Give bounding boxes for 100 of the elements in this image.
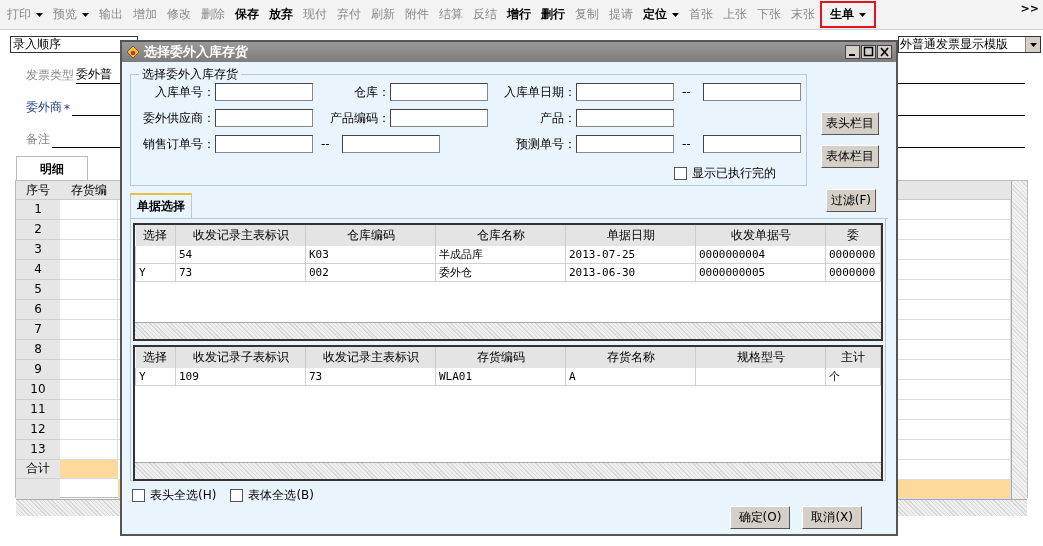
- column-header: 选择: [135, 225, 176, 246]
- table-cell: 0000000: [825, 246, 881, 264]
- column-header: 存货名称: [565, 347, 696, 368]
- horizontal-scrollbar[interactable]: [135, 322, 881, 339]
- checkbox-label: 显示已执行完的: [692, 165, 776, 182]
- table-cell: Y: [135, 263, 176, 282]
- row-number: 9: [16, 360, 60, 380]
- table-cell: 109: [175, 368, 306, 386]
- row-number: 3: [16, 240, 60, 260]
- input-field[interactable]: [390, 83, 488, 101]
- tab[interactable]: 单据选择: [130, 193, 192, 218]
- row-number: 11: [16, 400, 60, 420]
- column-settings-button[interactable]: 表头栏目: [821, 112, 879, 135]
- field-label: 销售订单号：: [142, 135, 215, 153]
- checkbox[interactable]: [132, 489, 145, 502]
- dialog-button[interactable]: 确定(O): [729, 506, 791, 529]
- field-label: 产品编码：: [329, 109, 390, 127]
- maximize-icon[interactable]: [861, 45, 876, 59]
- field-label: 发票类型: [26, 67, 74, 84]
- table-cell: 委外仓: [435, 263, 566, 282]
- row-number: 13: [16, 440, 60, 460]
- table-cell: WLA01: [435, 368, 566, 386]
- checkbox[interactable]: [674, 167, 687, 180]
- input-field[interactable]: [215, 83, 313, 101]
- table-cell: 73: [305, 368, 436, 386]
- toolbar-button[interactable]: 增行: [502, 1, 536, 28]
- vertical-scrollbar[interactable]: [1011, 181, 1027, 499]
- minimize-icon[interactable]: [845, 45, 860, 59]
- row-number: 2: [16, 220, 60, 240]
- toolbar-button[interactable]: 保存: [230, 1, 264, 28]
- dialog-button[interactable]: 取消(X): [802, 506, 862, 529]
- input-field[interactable]: [576, 135, 674, 153]
- column-header: 收发单据号: [695, 225, 826, 246]
- table-cell: 002: [305, 263, 436, 282]
- column-header: 单据日期: [565, 225, 696, 246]
- group-title: 选择委外入库存货: [141, 66, 239, 83]
- toolbar-button[interactable]: 放弃: [264, 1, 298, 28]
- window-title: 选择委外入库存货: [144, 43, 248, 61]
- required-mark: *: [64, 102, 70, 116]
- field-label: 委外供应商：: [142, 109, 215, 127]
- column-header: 序号: [16, 181, 60, 200]
- range-separator: --: [682, 85, 691, 99]
- field-label: 入库单日期：: [503, 83, 576, 101]
- filter-button[interactable]: 过滤(F): [825, 189, 876, 212]
- field-label: 备注: [26, 131, 50, 148]
- row-number: 1: [16, 200, 60, 220]
- row-number: 4: [16, 260, 60, 280]
- toolbar-button[interactable]: 定位: [638, 1, 684, 28]
- column-settings-button[interactable]: 表体栏目: [821, 145, 879, 168]
- column-header: 规格型号: [695, 347, 826, 368]
- table-cell: 54: [175, 246, 306, 264]
- input-field[interactable]: [576, 83, 674, 101]
- table-cell: 半成品库: [435, 246, 566, 264]
- input-field[interactable]: [341, 135, 440, 153]
- input-field[interactable]: [215, 109, 313, 127]
- field-label: 委外商: [26, 99, 62, 116]
- input-field[interactable]: [702, 83, 801, 101]
- table-cell: 2013-07-25: [565, 246, 696, 264]
- input-field[interactable]: [576, 109, 674, 127]
- table-cell: 73: [175, 263, 306, 282]
- row-number: 12: [16, 420, 60, 440]
- table-cell: A: [565, 368, 696, 386]
- input-field[interactable]: [702, 135, 801, 153]
- app-icon: [126, 45, 140, 59]
- table-cell: [135, 246, 176, 264]
- column-header: 存货编: [60, 181, 118, 200]
- table-cell: K03: [305, 246, 436, 264]
- table-cell: 0000000004: [695, 246, 826, 264]
- table-cell: 个: [825, 368, 881, 386]
- input-field[interactable]: [215, 135, 313, 153]
- row-number: 7: [16, 320, 60, 340]
- tab[interactable]: 明细: [16, 156, 88, 180]
- field-label: 产品：: [539, 109, 576, 127]
- horizontal-scrollbar[interactable]: [135, 462, 881, 479]
- row-number: 5: [16, 280, 60, 300]
- range-separator: --: [321, 137, 330, 151]
- toolbar-button[interactable]: 删行: [536, 1, 570, 28]
- column-header: 收发记录主表标识: [175, 225, 306, 246]
- display-template-select[interactable]: 外普通发票显示模版: [898, 36, 1041, 53]
- checkbox[interactable]: [230, 489, 244, 502]
- column-header: 仓库名称: [435, 225, 566, 246]
- table-cell: 0000000: [825, 263, 881, 282]
- toolbar-button[interactable]: 生单: [820, 1, 876, 28]
- more-button[interactable]: >>: [1020, 2, 1039, 15]
- close-icon[interactable]: [877, 45, 892, 59]
- caret-icon[interactable]: [1029, 42, 1037, 47]
- checkbox-label: 表头全选(H): [150, 487, 217, 504]
- caret-icon[interactable]: [672, 12, 679, 17]
- field-label: 预测单号：: [515, 135, 576, 153]
- range-separator: --: [682, 137, 691, 151]
- input-field[interactable]: [390, 109, 488, 127]
- column-header: 收发记录主表标识: [305, 347, 436, 368]
- caret-icon[interactable]: [859, 12, 866, 17]
- checkbox-label: 表体全选(B): [248, 487, 314, 504]
- column-header: 选择: [135, 347, 176, 368]
- field-label: 仓库：: [353, 83, 390, 101]
- row-number: 8: [16, 340, 60, 360]
- column-header: 存货编码: [435, 347, 566, 368]
- row-number: 10: [16, 380, 60, 400]
- row-number: 6: [16, 300, 60, 320]
